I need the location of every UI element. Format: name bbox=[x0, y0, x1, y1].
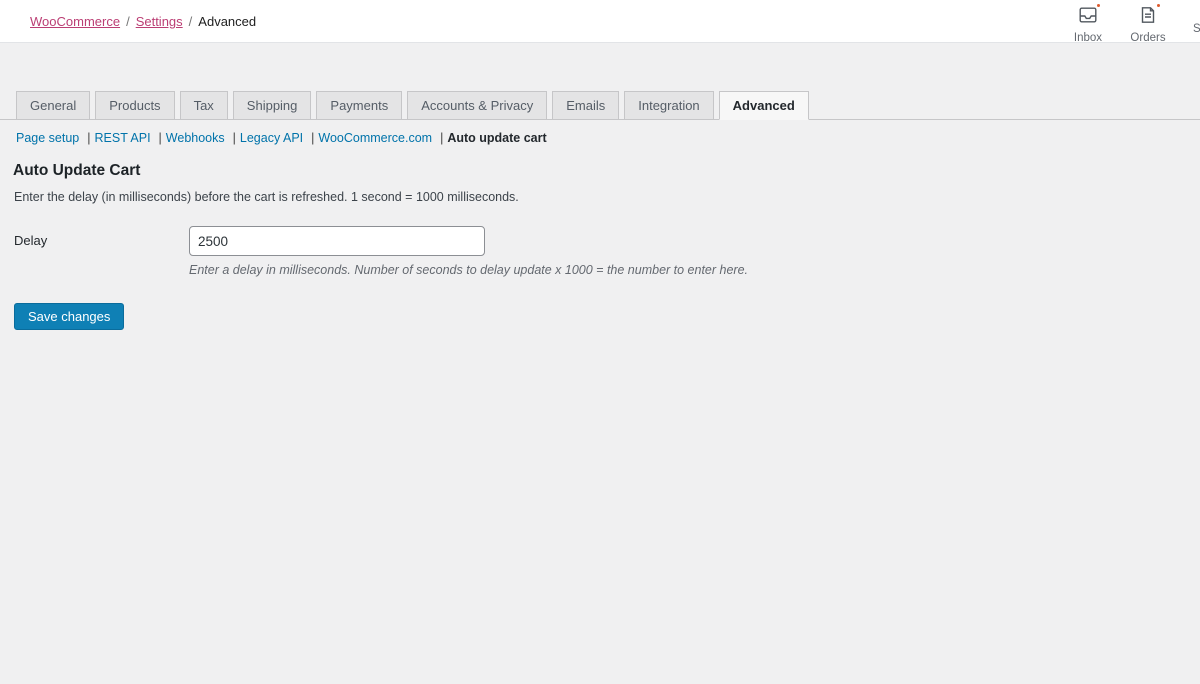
subnav-separator: | bbox=[311, 131, 314, 145]
tab-emails[interactable]: Emails bbox=[552, 91, 619, 119]
tab-general[interactable]: General bbox=[16, 91, 90, 119]
breadcrumb-separator: / bbox=[189, 14, 193, 29]
orders-label: Orders bbox=[1118, 32, 1178, 44]
subnav-link-webhooks[interactable]: Webhooks bbox=[166, 131, 225, 145]
inbox-unread-dot bbox=[1095, 2, 1102, 9]
tab-products[interactable]: Products bbox=[95, 91, 174, 119]
orders-button[interactable]: Orders bbox=[1118, 5, 1178, 44]
subnav-link-page-setup[interactable]: Page setup bbox=[16, 131, 79, 145]
tab-accounts-privacy[interactable]: Accounts & Privacy bbox=[407, 91, 547, 119]
settings-tabs: General Products Tax Shipping Payments A… bbox=[0, 91, 1200, 120]
inbox-icon bbox=[1078, 5, 1098, 25]
subnav-link-legacy-api[interactable]: Legacy API bbox=[240, 131, 303, 145]
tab-tax[interactable]: Tax bbox=[180, 91, 228, 119]
breadcrumb-link-woocommerce[interactable]: WooCommerce bbox=[30, 14, 120, 29]
tab-integration[interactable]: Integration bbox=[624, 91, 713, 119]
breadcrumb-current-page: Advanced bbox=[198, 14, 256, 29]
subnav-link-rest-api[interactable]: REST API bbox=[95, 131, 151, 145]
advanced-subnav: Page setup | REST API | Webhooks | Legacy API |… bbox=[16, 131, 1200, 145]
section-description: Enter the delay (in milliseconds) before… bbox=[14, 190, 1200, 204]
orders-unread-dot bbox=[1155, 2, 1162, 9]
save-changes-button[interactable]: Save changes bbox=[14, 303, 124, 330]
tab-shipping[interactable]: Shipping bbox=[233, 91, 312, 119]
top-header-bar: WooCommerce / Settings / Advanced Inbox Orde… bbox=[0, 0, 1200, 43]
clipped-nav-item[interactable]: S bbox=[1193, 23, 1200, 35]
subnav-link-woocommerce-com[interactable]: WooCommerce.com bbox=[318, 131, 432, 145]
page-title: Auto Update Cart bbox=[13, 162, 1200, 180]
subnav-separator: | bbox=[159, 131, 162, 145]
tab-payments[interactable]: Payments bbox=[316, 91, 402, 119]
delay-field-label: Delay bbox=[14, 226, 189, 277]
delay-help-text: Enter a delay in milliseconds. Number of… bbox=[189, 263, 748, 277]
settings-page: General Products Tax Shipping Payments A… bbox=[0, 44, 1200, 684]
subnav-separator: | bbox=[233, 131, 236, 145]
breadcrumb-separator: / bbox=[126, 14, 130, 29]
inbox-button[interactable]: Inbox bbox=[1058, 5, 1118, 44]
delay-field-row: Delay Enter a delay in milliseconds. Num… bbox=[0, 226, 1200, 277]
inbox-label: Inbox bbox=[1058, 32, 1118, 44]
breadcrumb-link-settings[interactable]: Settings bbox=[136, 14, 183, 29]
orders-icon bbox=[1138, 5, 1158, 25]
delay-input[interactable] bbox=[189, 226, 485, 256]
subnav-separator: | bbox=[87, 131, 90, 145]
subnav-current-auto-update-cart: Auto update cart bbox=[447, 131, 546, 145]
subnav-separator: | bbox=[440, 131, 443, 145]
tab-advanced[interactable]: Advanced bbox=[719, 91, 809, 120]
submit-row: Save changes bbox=[14, 303, 1200, 330]
breadcrumb: WooCommerce / Settings / Advanced bbox=[30, 0, 256, 43]
